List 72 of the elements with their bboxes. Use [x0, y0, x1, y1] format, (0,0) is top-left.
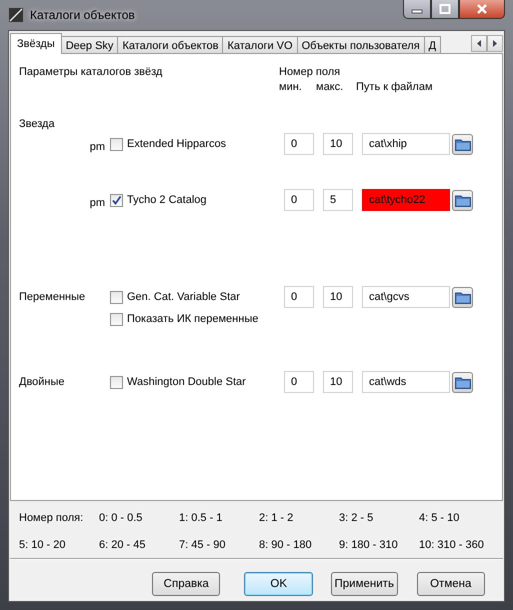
max-field[interactable]: 5: [323, 189, 353, 211]
folder-icon: [454, 194, 470, 206]
dialog-button[interactable]: OK: [244, 572, 313, 596]
group-label: Двойные: [19, 376, 65, 388]
checkbox-label: Показать ИК переменные: [127, 313, 258, 325]
tab[interactable]: Объекты пользователя: [296, 36, 425, 54]
folder-icon: [454, 376, 470, 388]
legend-item: 4: 5 - 10: [419, 512, 460, 526]
checkbox[interactable]: [110, 138, 123, 150]
legend-item: 8: 90 - 180: [259, 539, 313, 553]
min-field[interactable]: 0: [284, 133, 314, 155]
column-header: мин.: [279, 81, 303, 93]
group-label: Звезда: [19, 118, 56, 132]
checkbox-label: Gen. Cat. Variable Star: [127, 291, 240, 303]
tab[interactable]: Каталоги VO: [222, 36, 298, 54]
path-field[interactable]: cat\gcvs: [362, 286, 450, 308]
maximize-button[interactable]: [431, 0, 459, 19]
browse-button[interactable]: [452, 190, 473, 210]
window-title: Каталоги объектов: [30, 8, 136, 22]
close-button[interactable]: [459, 0, 505, 19]
min-field[interactable]: 0: [284, 189, 314, 211]
right-arrow-icon: [492, 40, 498, 47]
left-arrow-icon: [476, 40, 482, 47]
legend-item: 5: 10 - 20: [19, 539, 66, 553]
dialog-button[interactable]: Отмена: [416, 572, 485, 596]
folder-icon: [454, 138, 470, 150]
path-field[interactable]: cat\tycho22: [362, 189, 450, 211]
folder-icon: [454, 290, 470, 304]
legend-item: 0: 0 - 0.5: [99, 512, 144, 526]
group-label: Переменные: [19, 291, 86, 303]
min-field[interactable]: 0: [284, 371, 314, 393]
column-header: Номер поля: [279, 66, 342, 78]
legend-item: 7: 45 - 90: [179, 539, 226, 553]
close-icon: [475, 3, 489, 15]
prefix-label: pm: [90, 140, 105, 152]
path-field[interactable]: cat\wds: [362, 371, 450, 393]
checkbox[interactable]: [110, 290, 123, 304]
app-icon: [8, 7, 24, 23]
checkbox[interactable]: [110, 194, 123, 206]
max-field[interactable]: 10: [323, 133, 353, 155]
legend-item: 2: 1 - 2: [259, 512, 294, 526]
browse-button[interactable]: [452, 286, 473, 308]
legend-item: 9: 180 - 310: [339, 539, 399, 553]
legend-item: 6: 20 - 45: [99, 539, 146, 553]
checkbox-label: Tycho 2 Catalog: [127, 194, 206, 206]
legend-item: 10: 310 - 360: [419, 539, 485, 553]
minimize-button[interactable]: [403, 0, 431, 19]
legend-label: Номер поля:: [19, 512, 84, 526]
tab[interactable]: Deep Sky: [60, 36, 118, 54]
tab[interactable]: Звёзды: [10, 33, 62, 54]
browse-button[interactable]: [452, 134, 473, 154]
max-field[interactable]: 10: [323, 371, 353, 393]
legend-item: 3: 2 - 5: [339, 512, 374, 526]
checkbox-label: Washington Double Star: [127, 376, 246, 388]
tab[interactable]: Каталоги объектов: [117, 36, 224, 54]
dialog-button[interactable]: Справка: [152, 572, 220, 596]
legend-item: 1: 0.5 - 1: [179, 512, 224, 526]
prefix-label: pm: [90, 196, 105, 208]
checkbox[interactable]: [110, 312, 123, 326]
path-field[interactable]: cat\xhip: [362, 133, 450, 155]
checkbox-label: Extended Hipparcos: [127, 138, 226, 150]
max-field[interactable]: 10: [323, 286, 353, 308]
min-field[interactable]: 0: [284, 286, 314, 308]
dialog-button[interactable]: Применить: [330, 572, 398, 596]
maximize-icon: [439, 4, 451, 14]
scroll-left-button[interactable]: [471, 35, 487, 52]
column-header: Путь к файлам: [356, 81, 433, 93]
checkbox[interactable]: [110, 376, 123, 388]
column-header: макс.: [316, 81, 344, 93]
panel-title: Параметры каталогов звёзд: [19, 66, 164, 80]
browse-button[interactable]: [452, 372, 473, 392]
scroll-right-button[interactable]: [487, 35, 503, 52]
